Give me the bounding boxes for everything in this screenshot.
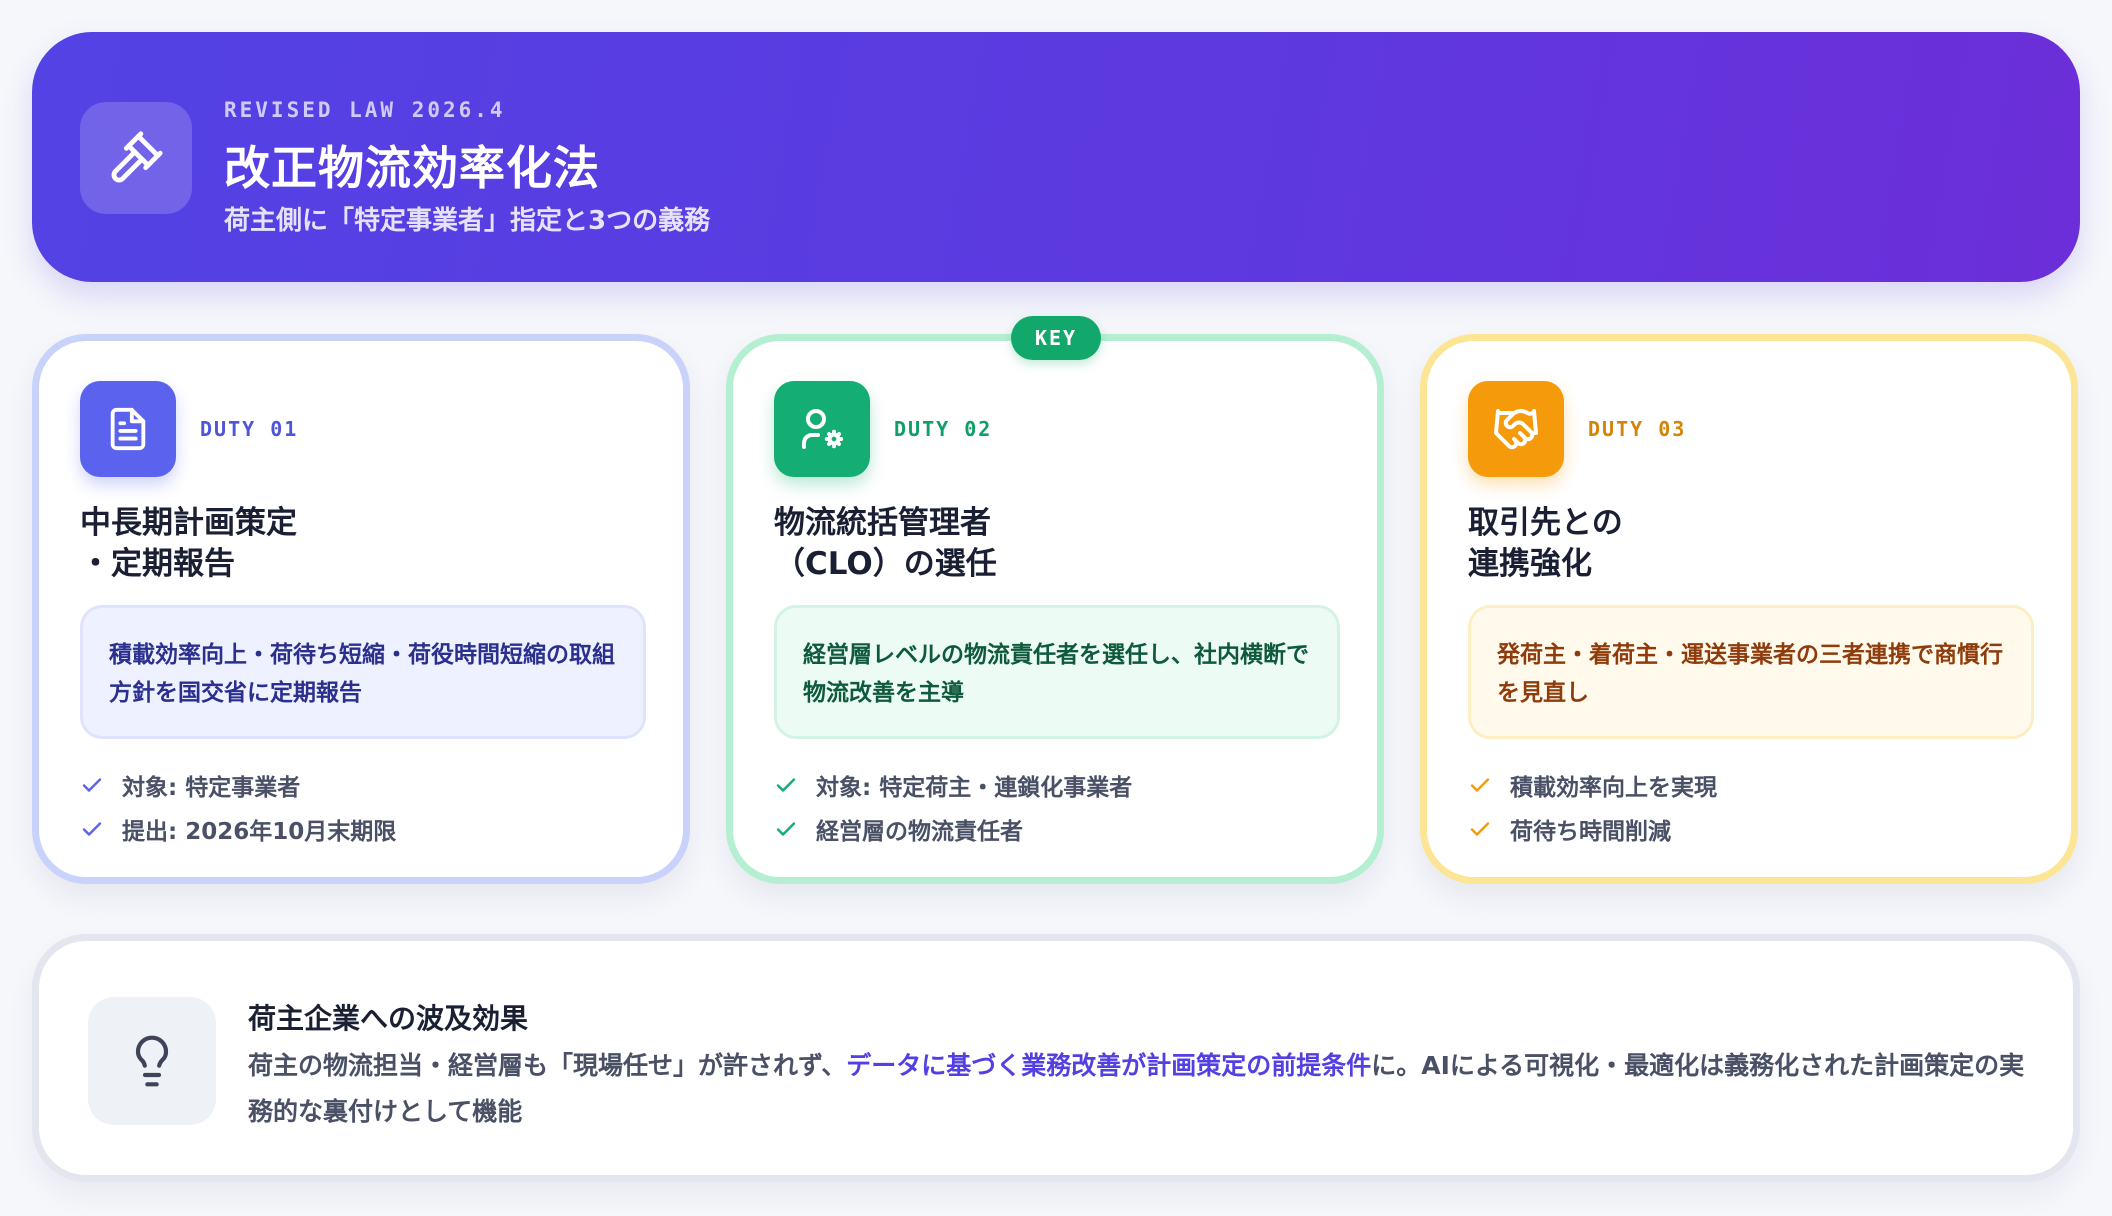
point-text: 荷待ち時間削減 xyxy=(1510,819,1671,845)
header-banner: REVISED LAW 2026.4 改正物流効率化法 荷主側に「特定事業者」指… xyxy=(32,32,2080,282)
gavel-icon xyxy=(80,102,192,214)
duty-label: DUTY 01 xyxy=(200,417,299,441)
point-text: 対象: 特定荷主・連鎖化事業者 xyxy=(816,775,1133,801)
duty-card-03: DUTY 03 取引先との 連携強化 発荷主・着荷主・運送事業者の三者連携で商慣… xyxy=(1420,334,2078,884)
duty-title-line: 中長期計画策定 xyxy=(80,505,297,541)
duty-description: 発荷主・着荷主・運送事業者の三者連携で商慣行を見直し xyxy=(1468,605,2034,739)
user-gear-icon xyxy=(774,381,870,477)
duty-points: 対象: 特定事業者 提出: 2026年10月末期限 xyxy=(80,763,396,851)
check-icon xyxy=(1468,814,1510,844)
list-item: 提出: 2026年10月末期限 xyxy=(80,807,396,851)
document-icon xyxy=(80,381,176,477)
duty-title-line: ・定期報告 xyxy=(80,546,235,582)
duty-description: 積載効率向上・荷待ち短縮・荷役時間短縮の取組方針を国交省に定期報告 xyxy=(80,605,646,739)
duty-title-line: （CLO）の選任 xyxy=(774,546,997,582)
list-item: 対象: 特定事業者 xyxy=(80,763,396,807)
list-item: 対象: 特定荷主・連鎖化事業者 xyxy=(774,763,1132,807)
check-icon xyxy=(80,770,122,800)
page-subtitle: 荷主側に「特定事業者」指定と3つの義務 xyxy=(224,206,711,236)
duty-points: 対象: 特定荷主・連鎖化事業者 経営層の物流責任者 xyxy=(774,763,1132,851)
duty-label: DUTY 02 xyxy=(894,417,993,441)
lightbulb-icon xyxy=(88,997,216,1125)
page: REVISED LAW 2026.4 改正物流効率化法 荷主側に「特定事業者」指… xyxy=(0,0,2112,1216)
duty-card-01: DUTY 01 中長期計画策定 ・定期報告 積載効率向上・荷待ち短縮・荷役時間短… xyxy=(32,334,690,884)
list-item: 積載効率向上を実現 xyxy=(1468,763,1717,807)
duty-label: DUTY 03 xyxy=(1588,417,1687,441)
duty-points: 積載効率向上を実現 荷待ち時間削減 xyxy=(1468,763,1717,851)
check-icon xyxy=(774,814,816,844)
duty-title-line: 連携強化 xyxy=(1468,546,1592,582)
page-title: 改正物流効率化法 xyxy=(224,141,600,195)
impact-body: 荷主の物流担当・経営層も「現場任せ」が許されず、データに基づく業務改善が計画策定… xyxy=(248,1043,2038,1135)
header-eyebrow: REVISED LAW 2026.4 xyxy=(224,98,506,122)
impact-highlight: データに基づく業務改善が計画策定の前提条件 xyxy=(846,1051,1372,1080)
handshake-icon xyxy=(1468,381,1564,477)
duty-title: 物流統括管理者 （CLO）の選任 xyxy=(774,503,997,585)
key-badge: KEY xyxy=(1011,316,1101,360)
list-item: 経営層の物流責任者 xyxy=(774,807,1132,851)
impact-title: 荷主企業への波及効果 xyxy=(248,1002,529,1035)
list-item: 荷待ち時間削減 xyxy=(1468,807,1717,851)
duty-title-line: 取引先との xyxy=(1468,505,1623,541)
duty-description: 経営層レベルの物流責任者を選任し、社内横断で物流改善を主導 xyxy=(774,605,1340,739)
point-text: 提出: 2026年10月末期限 xyxy=(122,819,397,845)
duty-title: 取引先との 連携強化 xyxy=(1468,503,1623,585)
duty-title-line: 物流統括管理者 xyxy=(774,505,991,541)
duty-title: 中長期計画策定 ・定期報告 xyxy=(80,503,297,585)
impact-body-text: 荷主の物流担当・経営層も「現場任せ」が許されず、 xyxy=(248,1051,847,1080)
duty-card-02: DUTY 02 物流統括管理者 （CLO）の選任 経営層レベルの物流責任者を選任… xyxy=(726,334,1384,884)
check-icon xyxy=(774,770,816,800)
point-text: 対象: 特定事業者 xyxy=(122,775,301,801)
check-icon xyxy=(80,814,122,844)
point-text: 積載効率向上を実現 xyxy=(1510,775,1717,801)
impact-panel: 荷主企業への波及効果 荷主の物流担当・経営層も「現場任せ」が許されず、データに基… xyxy=(32,934,2080,1182)
point-text: 経営層の物流責任者 xyxy=(816,819,1023,845)
check-icon xyxy=(1468,770,1510,800)
